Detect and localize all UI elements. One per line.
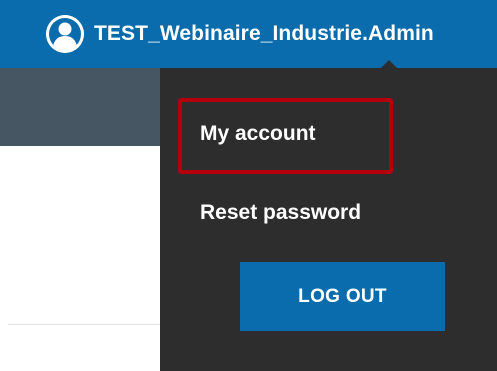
top-navigation-bar: TEST_Webinaire_Industrie.Admin: [0, 0, 497, 68]
user-menu-toggle[interactable]: TEST_Webinaire_Industrie.Admin: [46, 12, 434, 56]
username-label: TEST_Webinaire_Industrie.Admin: [94, 22, 434, 45]
menu-item-reset-password[interactable]: Reset password: [200, 201, 361, 225]
user-dropdown-menu: My account Reset password LOG OUT: [160, 68, 497, 371]
logout-button[interactable]: LOG OUT: [240, 262, 445, 331]
user-avatar-icon: [46, 15, 84, 53]
menu-item-my-account[interactable]: My account: [200, 122, 316, 146]
